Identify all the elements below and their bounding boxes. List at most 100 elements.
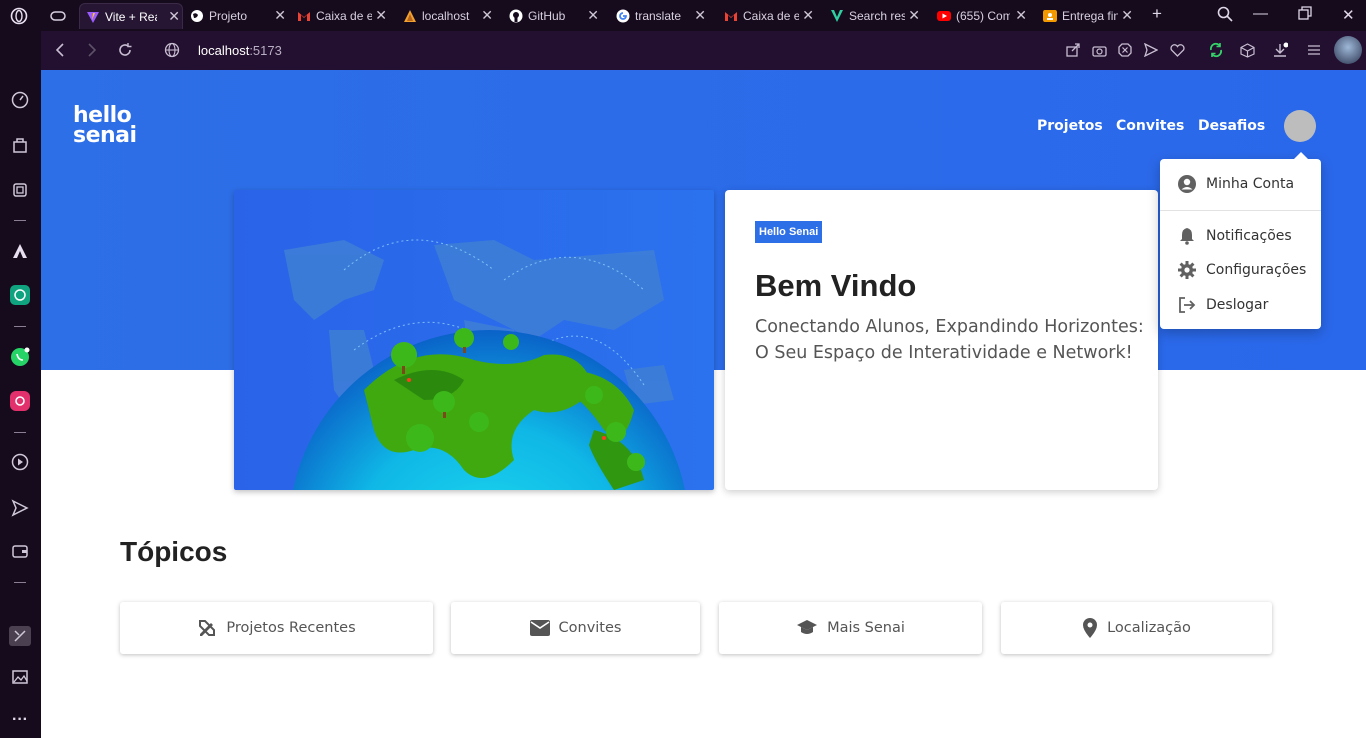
brand-badge: Hello Senai [755, 221, 823, 243]
speed-dial-icon[interactable] [10, 90, 30, 110]
nav-desafios[interactable]: Desafios [1198, 118, 1265, 134]
sync-icon[interactable] [1207, 41, 1225, 59]
instagram-icon[interactable] [10, 391, 30, 411]
close-icon[interactable]: ✕ [168, 8, 180, 25]
opera-menu-icon[interactable] [10, 3, 32, 29]
tab-github[interactable]: GitHub ✕ [509, 3, 601, 29]
forward-icon[interactable] [83, 41, 101, 59]
web-page: hello senai Projetos Convites Desafios H… [41, 70, 1366, 738]
adblock-icon[interactable] [1116, 41, 1134, 59]
logout-icon [1179, 297, 1196, 313]
profile-avatar[interactable] [1334, 36, 1362, 64]
chatgpt-icon[interactable] [10, 285, 30, 305]
classroom-icon [1043, 10, 1057, 22]
sidebar-divider [14, 220, 26, 221]
gallery-icon[interactable] [10, 667, 30, 687]
settings-sliders-icon[interactable] [1305, 41, 1323, 59]
close-icon[interactable]: ✕ [802, 7, 814, 24]
tab-bar: Vite + React ✕ Projeto ✕ Caixa de entrad… [0, 0, 1366, 31]
close-icon[interactable]: ✕ [1121, 7, 1133, 24]
more-icon[interactable]: ··· [10, 710, 30, 730]
url-port: :5173 [249, 43, 282, 58]
close-icon[interactable]: ✕ [274, 7, 286, 24]
shopping-bag-icon[interactable] [10, 135, 30, 155]
mail-icon [529, 620, 550, 636]
topic-label: Localização [1107, 620, 1191, 636]
menu-item-minha-conta[interactable]: Minha Conta [1160, 168, 1321, 200]
topic-projetos-recentes[interactable]: Projetos Recentes [120, 602, 433, 654]
close-icon[interactable]: ✕ [481, 7, 493, 24]
close-icon[interactable]: ✕ [694, 7, 706, 24]
close-icon[interactable]: ✕ [587, 7, 599, 24]
design-tools-icon [199, 620, 216, 636]
welcome-subtitle: Conectando Alunos, Expandindo Horizontes… [755, 317, 1144, 363]
tab-vite-react[interactable]: Vite + React ✕ [79, 3, 183, 29]
restore-icon[interactable] [1298, 6, 1312, 24]
new-tab-icon[interactable]: + [1152, 4, 1162, 24]
user-avatar[interactable] [1284, 110, 1316, 142]
menu-label: Notificações [1206, 228, 1292, 244]
tab-label: localhost [422, 9, 470, 23]
gaming-icon[interactable] [50, 3, 72, 29]
extensions-icon[interactable] [10, 180, 30, 200]
menu-item-deslogar[interactable]: Deslogar [1160, 289, 1321, 321]
bookmark-heart-icon[interactable] [1168, 41, 1186, 59]
wallet-icon[interactable] [10, 541, 30, 561]
close-icon[interactable]: ✕ [375, 7, 387, 24]
send-page-icon[interactable] [1142, 41, 1160, 59]
tab-localhost[interactable]: localhost ✕ [403, 3, 495, 29]
topics-title: Tópicos [120, 536, 228, 567]
github-icon [509, 9, 523, 23]
tab-projeto[interactable]: Projeto ✕ [190, 3, 288, 29]
school-icon [797, 620, 818, 634]
back-icon[interactable] [51, 41, 69, 59]
v-icon [831, 10, 843, 22]
welcome-card: Hello Senai Bem Vindo Conectando Alunos,… [725, 190, 1158, 490]
download-icon[interactable] [1271, 41, 1289, 59]
player-icon[interactable] [10, 452, 30, 472]
cube-icon[interactable] [1238, 41, 1256, 59]
tab-youtube[interactable]: (655) Com ✕ [937, 3, 1029, 29]
location-pin-icon [1083, 618, 1098, 638]
tools-icon[interactable] [9, 626, 31, 646]
whatsapp-icon[interactable] [10, 347, 30, 367]
address-bar: localhost:5173 [41, 31, 1366, 70]
share-icon[interactable] [1064, 41, 1082, 59]
tab-gmail-2[interactable]: Caixa de entrada ✕ [724, 3, 816, 29]
aria-icon[interactable] [10, 241, 30, 261]
close-window-icon[interactable]: ✕ [1342, 6, 1355, 24]
menu-label: Deslogar [1206, 297, 1269, 313]
gmail-icon [725, 12, 737, 21]
menu-label: Configurações [1206, 262, 1307, 278]
google-icon [616, 9, 630, 23]
tab-gmail[interactable]: Caixa de entrada ✕ [297, 3, 389, 29]
user-dropdown-menu: Minha Conta Notificações Configurações D… [1160, 152, 1321, 329]
search-tabs-icon[interactable] [1217, 6, 1233, 26]
tab-translate[interactable]: translate ✕ [616, 3, 708, 29]
nav-projetos[interactable]: Projetos [1037, 118, 1103, 134]
minimize-icon[interactable]: — [1253, 5, 1268, 22]
nav-convites[interactable]: Convites [1116, 118, 1184, 134]
menu-item-configuracoes[interactable]: Configurações [1160, 254, 1321, 286]
close-icon[interactable]: ✕ [908, 7, 920, 24]
menu-item-notificacoes[interactable]: Notificações [1160, 220, 1321, 252]
camera-icon[interactable] [1090, 41, 1108, 59]
site-logo[interactable]: hello senai [73, 105, 137, 147]
globe-icon [191, 10, 203, 22]
topic-localizacao[interactable]: Localização [1001, 602, 1272, 654]
close-icon[interactable]: ✕ [1015, 7, 1027, 24]
url-host: localhost [198, 43, 250, 58]
menu-divider [1160, 210, 1321, 211]
topic-convites[interactable]: Convites [451, 602, 700, 654]
send-icon[interactable] [10, 498, 30, 518]
tab-label: Projeto [209, 9, 248, 23]
account-circle-icon [1178, 175, 1196, 193]
topic-mais-senai[interactable]: Mais Senai [719, 602, 982, 654]
url-field[interactable]: localhost:5173 [198, 43, 282, 58]
tab-search[interactable]: Search results ✕ [830, 3, 922, 29]
gear-icon [1178, 261, 1196, 279]
tab-classroom[interactable]: Entrega final ✕ [1043, 3, 1135, 29]
bell-icon [1180, 228, 1194, 245]
reload-icon[interactable] [116, 41, 134, 59]
site-info-icon[interactable] [163, 41, 181, 59]
